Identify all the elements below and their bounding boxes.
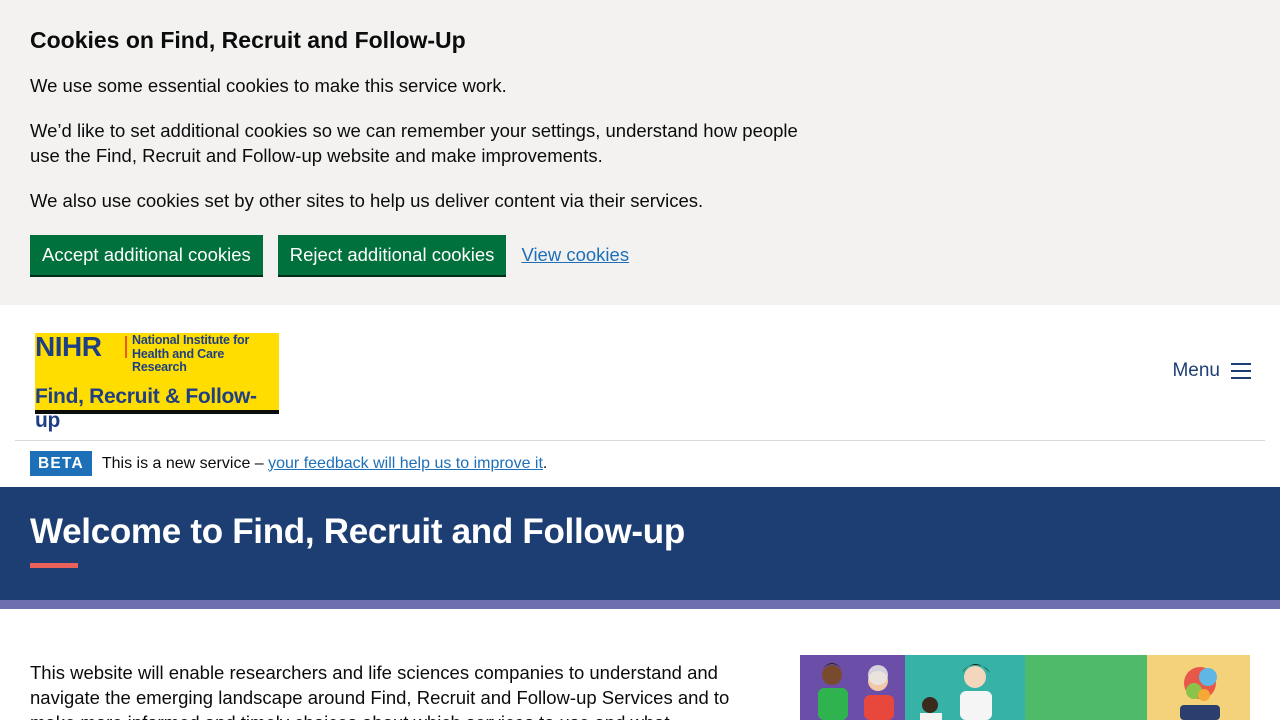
hero-banner: Welcome to Find, Recruit and Follow-up [0,487,1280,600]
beta-text: This is a new service – your feedback wi… [102,455,548,473]
cookie-third-party-text: We also use cookies set by other sites t… [30,190,704,211]
site-header: NIHR National Institute for Health and C… [15,305,1265,441]
cookie-actions: Accept additional cookies Reject additio… [30,235,629,275]
menu-button[interactable]: Menu [1172,360,1251,382]
hero-stripe [0,600,1280,609]
reject-cookies-button[interactable]: Reject additional cookies [277,235,507,275]
beta-tag: BETA [30,451,92,476]
nihr-logo[interactable]: NIHR National Institute for Health and C… [35,331,279,432]
beta-suffix: . [542,454,548,472]
intro-paragraph: This website will enable researchers and… [30,662,730,720]
accept-cookies-button[interactable]: Accept additional cookies [30,235,263,275]
logo-institute-line2: Health and Care Research [132,346,225,374]
cookie-additional-text: We’d like to set additional cookies so w… [30,120,798,166]
logo-institute-line1: National Institute for [132,333,250,347]
logo-institute-name: National Institute for Health and Care R… [132,333,279,375]
hamburger-icon [1231,363,1251,379]
feedback-link[interactable]: your feedback will help us to improve it [268,455,543,472]
menu-label: Menu [1172,360,1220,381]
people-illustration [800,655,1250,720]
cookie-banner-title: Cookies on Find, Recruit and Follow-Up [30,27,466,53]
cookie-essential-text: We use some essential cookies to make th… [30,75,507,96]
title-underline [30,563,78,568]
beta-banner: BETA This is a new service – your feedba… [30,451,547,476]
page-title: Welcome to Find, Recruit and Follow-up [30,512,685,551]
logo-acronym: NIHR [35,331,102,362]
people-illustration-svg [800,655,1250,720]
logo-service-name: Find, Recruit & Follow-up [35,385,257,432]
cookie-banner: Cookies on Find, Recruit and Follow-Up W… [0,0,1280,305]
beta-message: This is a new service – [101,454,269,472]
logo-divider [125,336,127,358]
view-cookies-link[interactable]: View cookies [521,244,629,266]
